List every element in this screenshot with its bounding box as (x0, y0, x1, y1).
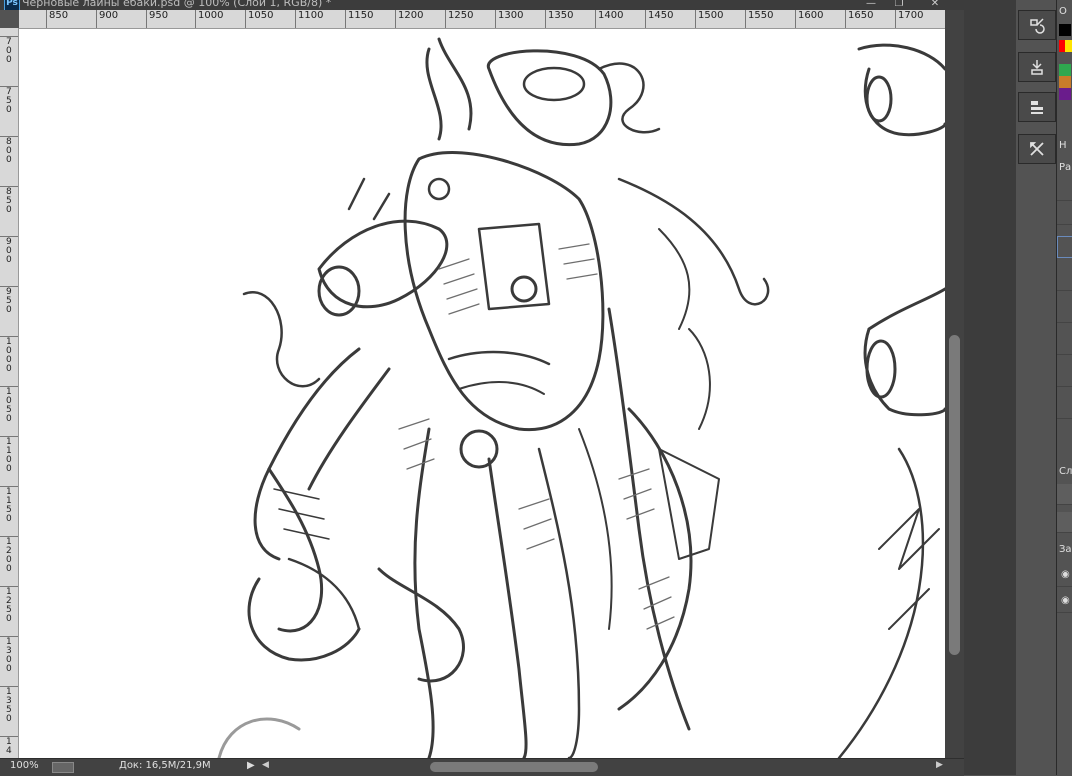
brush-preset-row[interactable] (1057, 270, 1072, 291)
layer-comps-icon[interactable] (1018, 92, 1056, 122)
ruler-tick: 900 (0, 236, 18, 265)
ruler-tick: 1500 (694, 10, 724, 28)
layer-filter-field[interactable] (1057, 484, 1072, 505)
photoshop-app-icon: Ps (4, 0, 20, 10)
color-swatch[interactable] (1059, 76, 1071, 88)
color-swatch[interactable] (1065, 40, 1072, 52)
maximize-button[interactable]: ❐ (886, 0, 912, 10)
ruler-tick: 1450 (644, 10, 674, 28)
brush-preset-row[interactable] (1057, 334, 1072, 355)
minimize-button[interactable]: — (858, 0, 884, 10)
brush-preset-row-selected[interactable] (1057, 236, 1072, 258)
panel-dock-strip (964, 0, 1016, 775)
scroll-left-arrow-icon[interactable]: ◀ (262, 760, 269, 770)
brush-preset-row[interactable] (1057, 366, 1072, 387)
zoom-level-field[interactable]: 100% (10, 760, 39, 771)
eye-icon[interactable]: ◉ (1061, 595, 1070, 606)
color-swatch[interactable] (1059, 24, 1071, 36)
brush-preset-row[interactable] (1057, 180, 1072, 201)
ruler-tick: 950 (145, 10, 169, 28)
document-title-bar: Ps Черновые лайны ебаки.psd @ 100% (Слой… (0, 0, 964, 10)
layer-row[interactable]: ◉ (1057, 566, 1072, 587)
status-info-icon[interactable] (52, 762, 74, 773)
ruler-tick: 1100 (0, 436, 18, 474)
ruler-tick: 700 (0, 36, 18, 65)
ruler-tick: 1350 (0, 686, 18, 724)
ruler-tick: 1350 (544, 10, 574, 28)
history-icon[interactable] (1018, 10, 1056, 40)
layer-row[interactable]: ◉ (1057, 592, 1072, 613)
ruler-tick: 1050 (0, 386, 18, 424)
status-bar: 100% Док: 16,5M/21,9M ▶ ◀ ▶ (0, 758, 964, 776)
document-title: Черновые лайны ебаки.psd @ 100% (Слой 1,… (22, 0, 332, 9)
vertical-scroll-thumb[interactable] (949, 335, 960, 655)
ruler-tick: 1200 (0, 536, 18, 574)
panel-tab[interactable]: За (1059, 544, 1072, 555)
ruler-tick: 1550 (744, 10, 774, 28)
ruler-tick: 1250 (0, 586, 18, 624)
panel-tab[interactable]: Сл (1059, 466, 1072, 477)
brush-preset-row[interactable] (1057, 302, 1072, 323)
horizontal-ruler[interactable]: 850 900 950 1000 1050 1100 1150 1200 125… (19, 10, 945, 29)
document-canvas[interactable] (19, 29, 945, 758)
sketch-artwork (217, 37, 945, 758)
vertical-scrollbar[interactable] (945, 10, 964, 758)
panel-tab[interactable]: О (1059, 6, 1067, 17)
ruler-tick: 1600 (794, 10, 824, 28)
color-swatch[interactable] (1059, 64, 1071, 76)
document-size: Док: 16,5M/21,9M (119, 760, 211, 771)
ruler-tick: 1400 (594, 10, 624, 28)
color-swatch[interactable] (1059, 88, 1071, 100)
right-panels: О Н Ра Сл За ◉ ◉ (1056, 0, 1072, 775)
ruler-tick: 14 (0, 736, 18, 756)
scroll-right-arrow-icon[interactable]: ▶ (936, 760, 943, 770)
ruler-tick: 1100 (294, 10, 324, 28)
ruler-tick: 1150 (0, 486, 18, 524)
ruler-tick: 1050 (244, 10, 274, 28)
brush-preset-row[interactable] (1057, 204, 1072, 225)
ruler-tick: 1000 (194, 10, 224, 28)
ruler-tick: 900 (95, 10, 119, 28)
vertical-ruler[interactable]: 700 750 800 850 900 950 1000 1050 1100 1… (0, 28, 19, 758)
blend-mode-field[interactable] (1057, 512, 1072, 533)
close-button[interactable]: ✕ (922, 0, 948, 10)
panel-tab[interactable]: Ра (1059, 162, 1071, 173)
clone-source-icon[interactable] (1018, 52, 1056, 82)
ruler-tick: 1250 (444, 10, 474, 28)
status-menu-arrow[interactable]: ▶ (247, 760, 255, 771)
brush-preset-row[interactable] (1057, 398, 1072, 419)
ruler-tick: 950 (0, 286, 18, 315)
ruler-tick: 850 (0, 186, 18, 215)
tool-presets-icon[interactable] (1018, 134, 1056, 164)
horizontal-scroll-thumb[interactable] (430, 762, 598, 772)
ruler-tick: 1700 (894, 10, 924, 28)
ruler-tick: 1000 (0, 336, 18, 374)
ruler-tick: 1200 (394, 10, 424, 28)
panel-tab[interactable]: Н (1059, 140, 1067, 151)
horizontal-scrollbar[interactable]: ◀ ▶ (262, 760, 946, 773)
ruler-tick: 850 (45, 10, 69, 28)
ruler-tick: 1300 (494, 10, 524, 28)
ruler-tick: 750 (0, 86, 18, 115)
ruler-tick: 1300 (0, 636, 18, 674)
ruler-tick: 1650 (844, 10, 874, 28)
ruler-tick: 1150 (344, 10, 374, 28)
ruler-tick: 800 (0, 136, 18, 165)
eye-icon[interactable]: ◉ (1061, 569, 1070, 580)
